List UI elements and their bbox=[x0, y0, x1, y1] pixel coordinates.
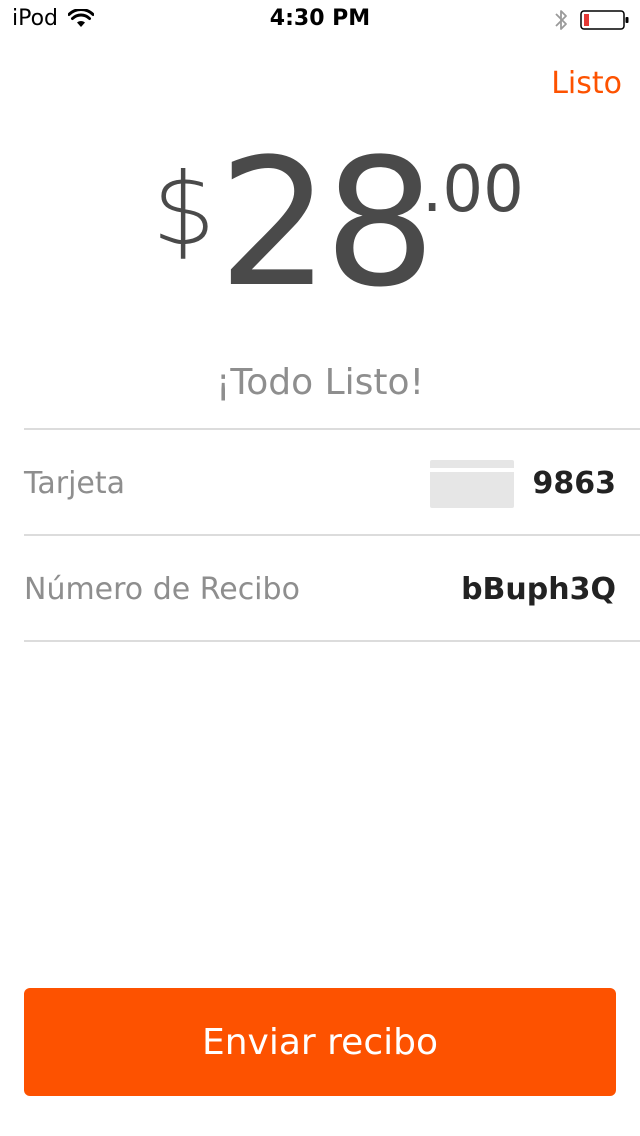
payment-details: Tarjeta 9863 Número de Recibo bBuph3Q bbox=[24, 428, 640, 642]
status-time: 4:30 PM bbox=[269, 6, 371, 31]
battery-icon bbox=[580, 9, 630, 31]
done-button[interactable]: Listo bbox=[551, 66, 622, 101]
card-icon bbox=[430, 460, 514, 508]
status-bar: iPod 4:30 PM bbox=[0, 0, 640, 40]
amount-cents: .00 bbox=[422, 153, 524, 227]
bluetooth-icon bbox=[554, 8, 568, 32]
receipt-number: bBuph3Q bbox=[461, 572, 616, 607]
card-stripe bbox=[430, 468, 514, 472]
detail-row-receipt: Número de Recibo bBuph3Q bbox=[24, 534, 640, 642]
detail-label-card: Tarjeta bbox=[24, 466, 126, 501]
send-receipt-button[interactable]: Enviar recibo bbox=[24, 988, 616, 1096]
detail-label-receipt: Número de Recibo bbox=[24, 572, 300, 607]
payment-amount: $ 28 .00 bbox=[0, 130, 640, 320]
success-message: ¡Todo Listo! bbox=[215, 362, 425, 403]
amount-currency-symbol: $ bbox=[152, 151, 216, 268]
status-right bbox=[554, 8, 630, 32]
detail-row-card: Tarjeta 9863 bbox=[24, 428, 640, 534]
amount-whole: 28 bbox=[218, 121, 436, 326]
card-last-digits: 9863 bbox=[532, 466, 617, 501]
